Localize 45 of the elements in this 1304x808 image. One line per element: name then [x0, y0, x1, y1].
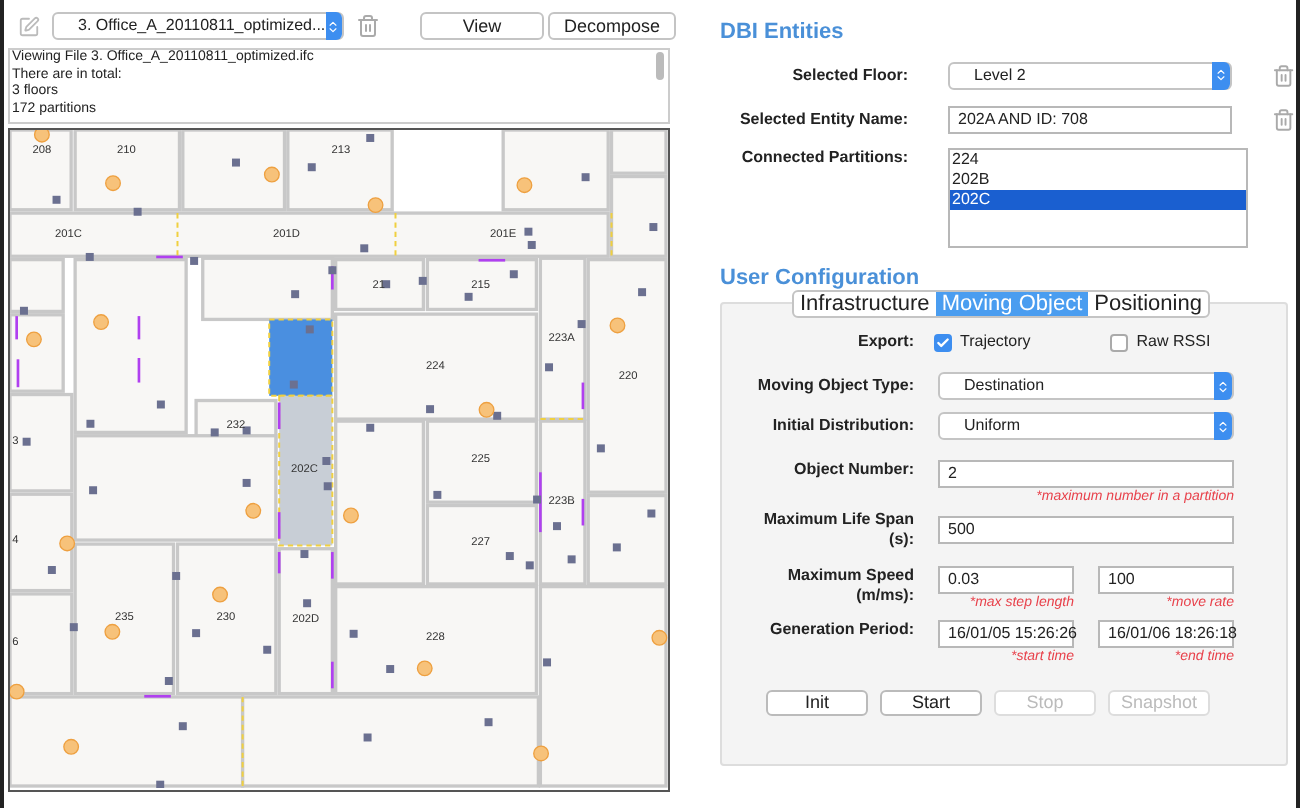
field-label: Export:	[856, 332, 914, 352]
field-label: Selected Floor:	[790, 65, 908, 85]
tab[interactable]: Infrastructure	[794, 292, 936, 316]
scrollbar-thumb[interactable]	[656, 52, 664, 80]
object-number-field[interactable]: 2	[938, 460, 1234, 488]
tab[interactable]: Positioning	[1088, 292, 1208, 316]
stepper-icon	[1212, 61, 1231, 89]
edit-icon[interactable]	[18, 15, 40, 37]
action-button[interactable]: Init	[766, 690, 868, 716]
trash-icon[interactable]	[1272, 107, 1296, 131]
trash-icon[interactable]	[1272, 63, 1296, 87]
checkbox[interactable]	[934, 333, 952, 351]
field-label: Connected Partitions:	[739, 147, 908, 167]
checkbox[interactable]	[1110, 333, 1129, 351]
action-button[interactable]: Start	[880, 690, 982, 716]
checkbox-label: Raw RSSI	[1136, 330, 1211, 354]
field-label: Initial Distribution:	[770, 416, 914, 436]
life-span-field[interactable]: 500	[938, 516, 1234, 544]
speed-field[interactable]: 100	[1098, 566, 1234, 594]
section-title: User Configuration	[720, 263, 922, 293]
partition-item[interactable]: 202C	[950, 189, 1246, 209]
field-label: Maximum Speed (m/ms):	[785, 566, 914, 606]
field-label: Object Number:	[791, 460, 914, 480]
distribution-select[interactable]: Uniform	[938, 412, 1234, 440]
field-label: Selected Entity Name:	[737, 109, 908, 129]
partition-item[interactable]: 224	[950, 149, 1246, 169]
toolbar-button[interactable]: View	[420, 12, 544, 40]
stepper-icon	[325, 12, 342, 40]
date-time-field[interactable]: 16/01/06 18:26:18	[1098, 620, 1234, 648]
trash-icon[interactable]	[356, 14, 380, 38]
checkbox-label: Trajectory	[960, 330, 1031, 354]
file-select[interactable]: 3. Office_A_20110811_optimized...	[52, 12, 344, 40]
floor-select[interactable]: Level 2	[948, 61, 1233, 89]
type-select[interactable]: Destination	[938, 372, 1234, 400]
section-title: DBI Entities	[720, 18, 846, 48]
toolbar-button[interactable]: Decompose	[548, 12, 676, 40]
partition-item[interactable]: 202B	[950, 169, 1246, 189]
field-label: Generation Period:	[767, 620, 914, 640]
stepper-icon	[1214, 372, 1232, 400]
field-label: Moving Object Type:	[755, 376, 914, 396]
speed-field[interactable]: 0.03	[938, 566, 1074, 594]
stepper-icon	[1214, 412, 1232, 440]
date-time-field[interactable]: 16/01/05 15:26:26	[938, 620, 1074, 648]
field-label: Maximum Life Span (s):	[761, 510, 914, 550]
entity-name-field[interactable]: 202A AND ID: 708	[948, 105, 1233, 133]
